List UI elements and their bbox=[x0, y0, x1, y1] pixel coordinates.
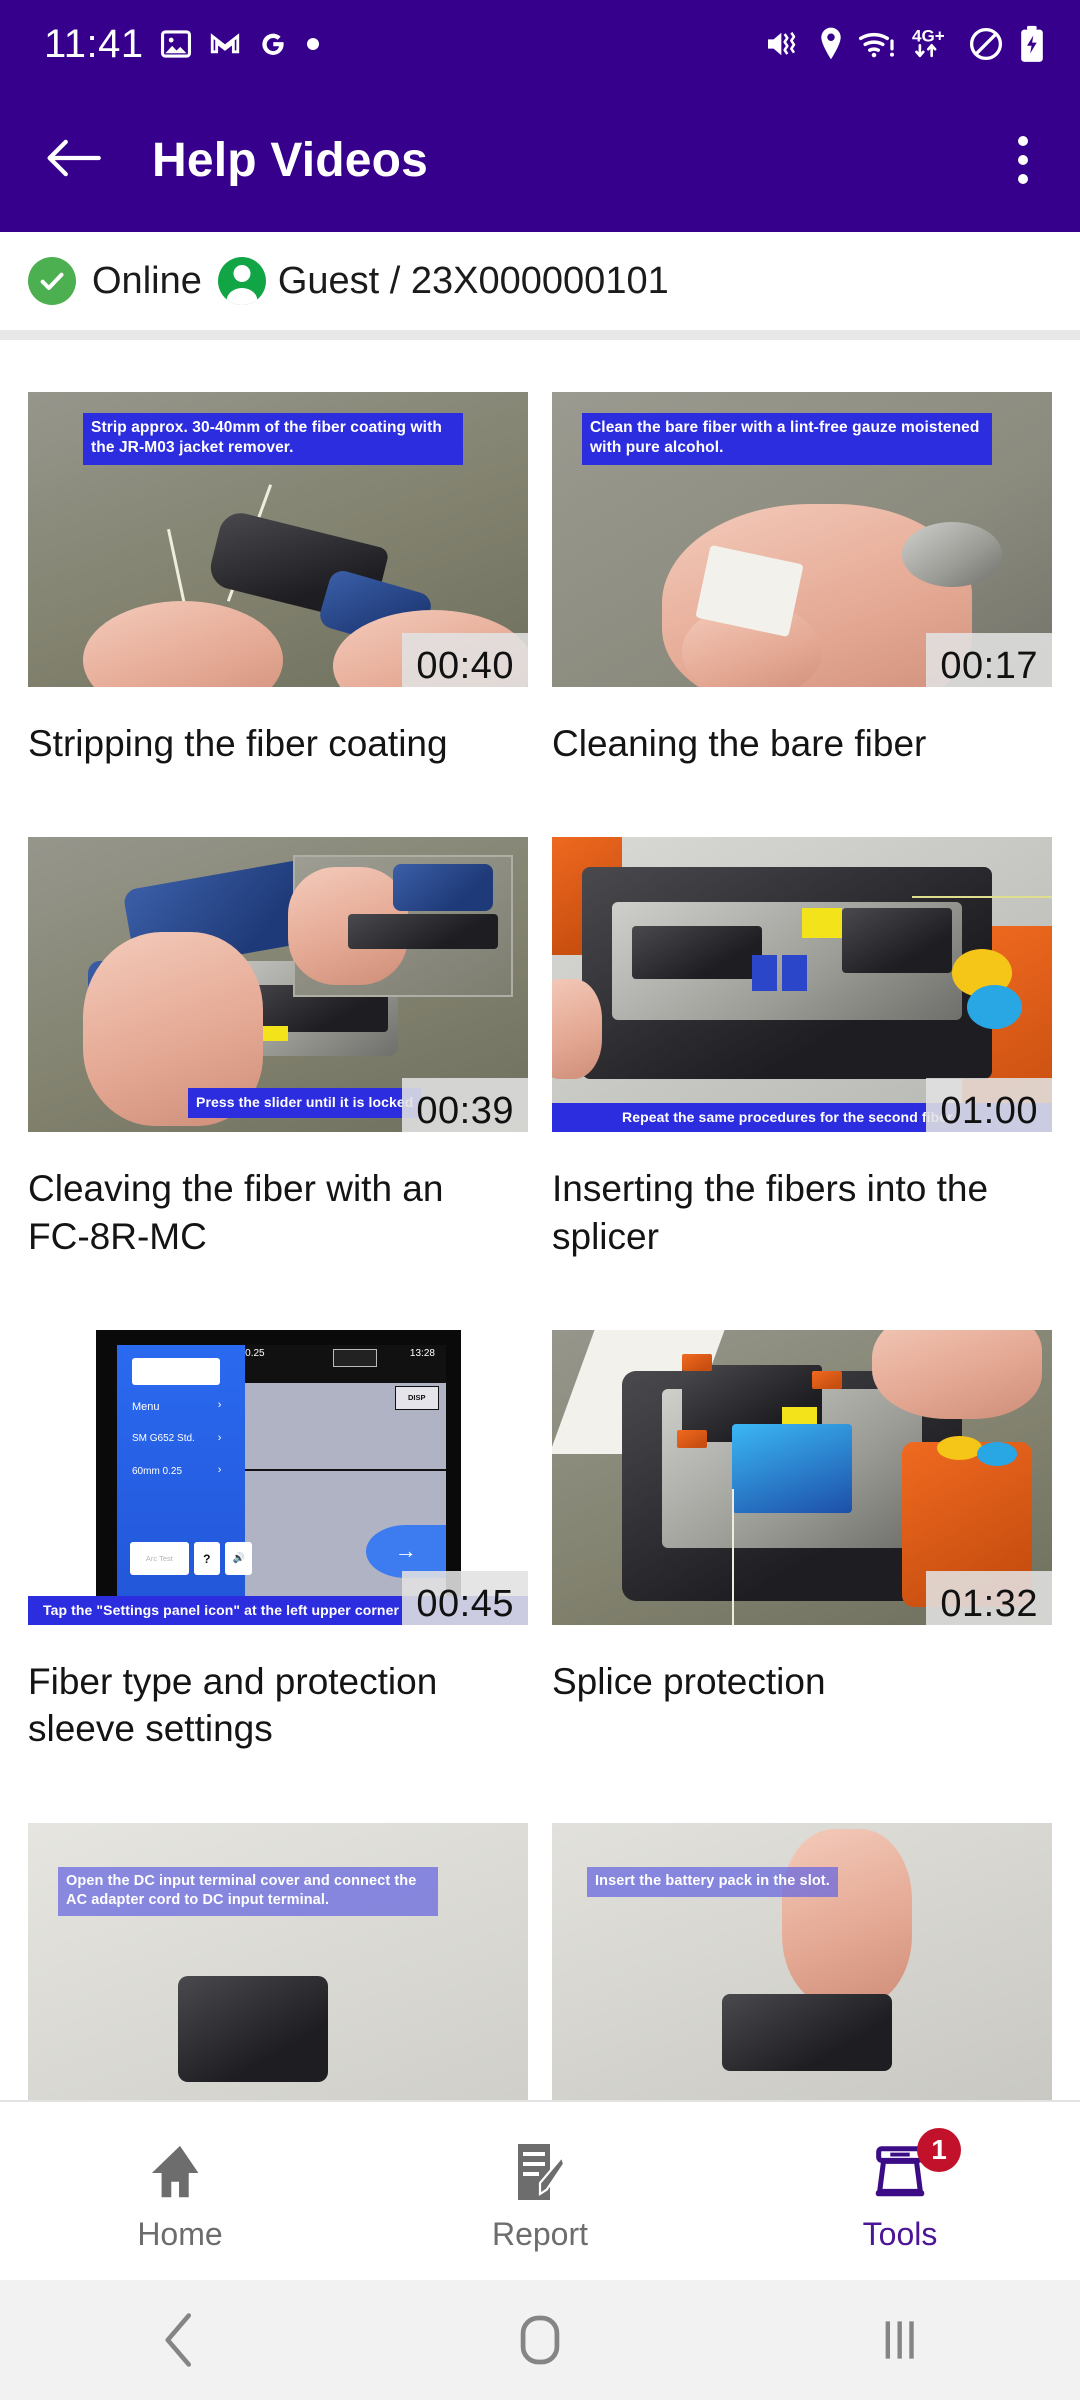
wifi-alert-icon bbox=[858, 27, 898, 61]
video-card[interactable]: Press the slider until it is locked 00:3… bbox=[28, 837, 528, 1260]
row-spacer bbox=[552, 1260, 1052, 1330]
back-nav-icon[interactable] bbox=[105, 2280, 255, 2400]
home-nav-icon[interactable] bbox=[465, 2280, 615, 2400]
status-bar-right: 4G+ bbox=[764, 25, 1046, 63]
row-spacer bbox=[28, 1260, 528, 1330]
video-title: Fiber type and protection sleeve setting… bbox=[28, 1661, 438, 1750]
nav-item-tools[interactable]: 1 Tools bbox=[720, 2127, 1080, 2253]
phone-screen: 11:41 4G+ Help Videos Online Guest / 23X… bbox=[0, 0, 1080, 2400]
row-spacer bbox=[28, 1753, 528, 1823]
video-thumbnail[interactable]: Repeat the same procedures for the secon… bbox=[552, 837, 1052, 1133]
status-bar-left: 11:41 bbox=[44, 24, 322, 64]
video-grid: Strip approx. 30-40mm of the fiber coati… bbox=[28, 392, 1052, 2100]
lcd-fiber-type: SM G652 Std. bbox=[132, 1433, 195, 1445]
back-arrow-icon[interactable] bbox=[46, 135, 102, 186]
video-card[interactable]: Repeat the same procedures for the secon… bbox=[552, 837, 1052, 1260]
svg-text:4G+: 4G+ bbox=[912, 26, 945, 45]
battery-charging-icon bbox=[1018, 25, 1046, 63]
video-duration: 00:45 bbox=[402, 1571, 528, 1626]
gmail-icon bbox=[208, 27, 242, 61]
video-duration: 00:39 bbox=[402, 1078, 528, 1133]
section-divider bbox=[0, 330, 1080, 340]
report-icon bbox=[512, 2140, 568, 2202]
mobile-data-4g-plus-icon: 4G+ bbox=[912, 25, 954, 63]
lcd-menu-label: Menu bbox=[132, 1400, 160, 1413]
overflow-menu-icon[interactable] bbox=[1004, 126, 1042, 194]
lcd-arc-test-label: Arc Test bbox=[145, 1554, 173, 1564]
recents-nav-icon[interactable] bbox=[825, 2280, 975, 2400]
do-not-disturb-icon bbox=[968, 26, 1004, 62]
lcd-disp-label: DISP bbox=[407, 1393, 426, 1403]
video-caption: Insert the battery pack in the slot. bbox=[587, 1867, 838, 1898]
video-duration: 00:17 bbox=[926, 633, 1052, 687]
video-title: Stripping the fiber coating bbox=[28, 723, 448, 764]
video-card[interactable]: Clean the bare fiber with a lint-free ga… bbox=[552, 392, 1052, 767]
nav-label-home: Home bbox=[137, 2215, 223, 2252]
video-title: Splice protection bbox=[552, 1661, 826, 1703]
row-spacer bbox=[552, 767, 1052, 837]
video-card[interactable]: Strip approx. 30-40mm of the fiber coati… bbox=[28, 392, 528, 767]
video-duration: 00:40 bbox=[402, 633, 528, 687]
status-clock: 11:41 bbox=[44, 22, 144, 66]
lcd-sleeve: 60mm 0.25 bbox=[132, 1465, 183, 1477]
video-duration: 01:32 bbox=[926, 1571, 1052, 1626]
app-bar: Help Videos bbox=[0, 88, 1080, 232]
nav-label-report: Report bbox=[491, 2215, 589, 2252]
lcd-value-top: 0.25 bbox=[245, 1347, 265, 1359]
status-bar: 11:41 4G+ bbox=[0, 0, 1080, 88]
video-caption: Clean the bare fiber with a lint-free ga… bbox=[582, 412, 992, 465]
tools-icon: 1 bbox=[869, 2127, 961, 2202]
video-thumbnail[interactable]: 01:32 bbox=[552, 1330, 1052, 1626]
tools-badge: 1 bbox=[917, 2127, 961, 2172]
android-system-nav bbox=[0, 2280, 1080, 2400]
row-spacer bbox=[552, 1753, 1052, 1823]
row-spacer bbox=[28, 767, 528, 837]
video-caption: Press the slider until it is locked bbox=[188, 1088, 422, 1118]
home-icon bbox=[149, 2140, 211, 2202]
video-caption: Open the DC input terminal cover and con… bbox=[58, 1867, 438, 1917]
video-card[interactable]: 0.25 13:28 Menu › SM G652 Std. › 60mm 0.… bbox=[28, 1330, 528, 1753]
mute-vibrate-icon bbox=[764, 26, 804, 62]
video-list-scroll[interactable]: Strip approx. 30-40mm of the fiber coati… bbox=[0, 340, 1080, 2100]
nav-item-home[interactable]: Home bbox=[0, 2130, 360, 2253]
video-duration: 01:00 bbox=[926, 1078, 1052, 1133]
nav-item-report[interactable]: Report bbox=[360, 2130, 720, 2253]
account-status-bar: Online Guest / 23X000000101 bbox=[0, 232, 1080, 330]
video-title: Cleaning the bare fiber bbox=[552, 723, 927, 764]
bottom-navigation: Home Report 1 Tools bbox=[0, 2100, 1080, 2280]
photos-icon bbox=[159, 27, 193, 61]
video-card[interactable]: Insert the battery pack in the slot. bbox=[552, 1822, 1052, 2100]
location-icon bbox=[818, 26, 844, 62]
google-icon bbox=[257, 28, 289, 60]
video-title: Inserting the fibers into the splicer bbox=[552, 1168, 989, 1257]
video-title: Cleaving the fiber with an FC-8R-MC bbox=[28, 1168, 444, 1257]
video-thumbnail[interactable]: 0.25 13:28 Menu › SM G652 Std. › 60mm 0.… bbox=[28, 1330, 528, 1626]
account-id-label: Guest / 23X000000101 bbox=[277, 259, 669, 302]
video-thumbnail[interactable]: Press the slider until it is locked 00:3… bbox=[28, 837, 528, 1133]
video-card[interactable]: Open the DC input terminal cover and con… bbox=[28, 1822, 528, 2100]
lcd-clock: 13:28 bbox=[409, 1347, 435, 1359]
online-status-label: Online bbox=[92, 259, 202, 302]
nav-label-tools: Tools bbox=[862, 2215, 938, 2252]
dot-icon bbox=[304, 35, 322, 53]
video-thumbnail[interactable]: Open the DC input terminal cover and con… bbox=[28, 1822, 528, 2100]
avatar bbox=[217, 257, 266, 305]
video-thumbnail[interactable]: Clean the bare fiber with a lint-free ga… bbox=[552, 392, 1052, 687]
video-card[interactable]: 01:32 Splice protection bbox=[552, 1330, 1052, 1753]
online-check-icon bbox=[28, 257, 76, 305]
video-thumbnail[interactable]: Strip approx. 30-40mm of the fiber coati… bbox=[28, 392, 528, 687]
video-caption: Strip approx. 30-40mm of the fiber coati… bbox=[83, 412, 463, 465]
page-title: Help Videos bbox=[152, 133, 429, 187]
video-thumbnail[interactable]: Insert the battery pack in the slot. bbox=[552, 1822, 1052, 2100]
